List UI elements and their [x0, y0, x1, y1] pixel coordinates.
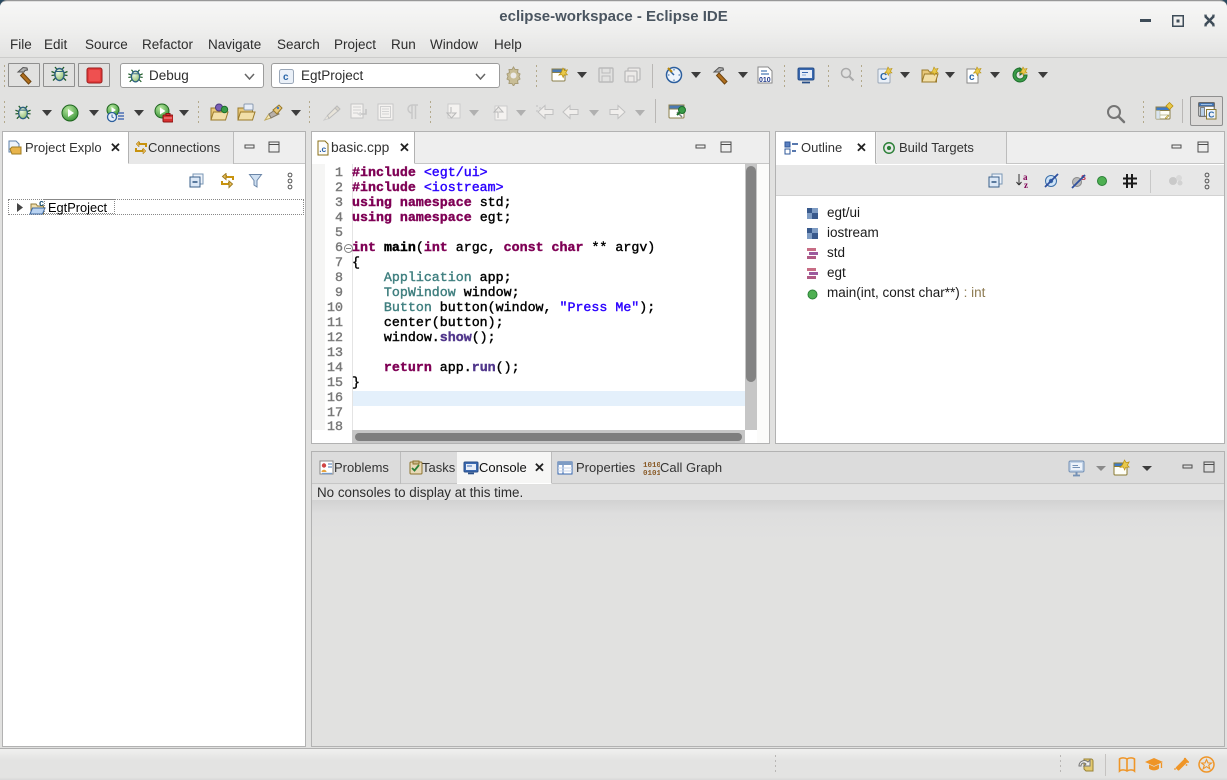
svg-text:010: 010: [759, 77, 771, 84]
svg-text:1010: 1010: [643, 462, 660, 470]
svg-text:0101: 0101: [643, 470, 660, 476]
svg-text:c: c: [969, 72, 975, 83]
svg-text:C: C: [880, 72, 887, 83]
svg-text:z: z: [1024, 180, 1028, 190]
svg-text:C: C: [1208, 110, 1214, 120]
svg-text:.c: .c: [319, 144, 326, 154]
svg-text:c: c: [283, 72, 289, 83]
